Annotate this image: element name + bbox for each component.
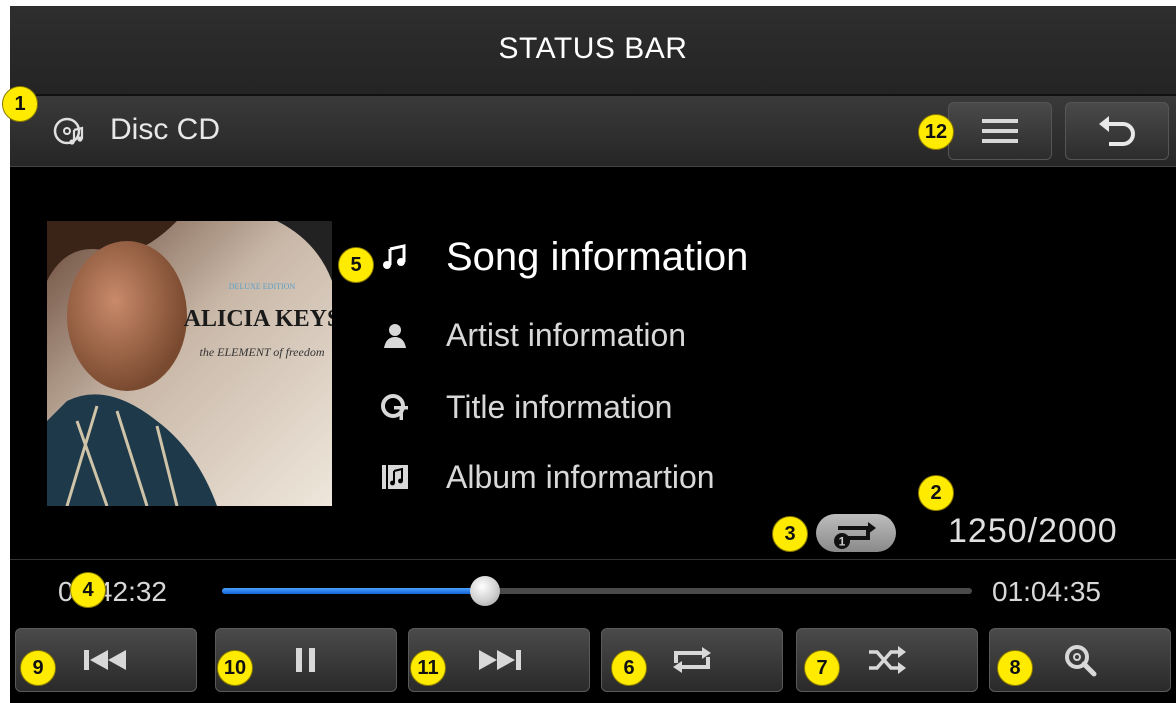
source-header: Disc CD	[10, 96, 1176, 167]
callout-8: 8	[997, 650, 1033, 686]
next-track-icon	[479, 650, 521, 670]
progress-knob[interactable]	[469, 576, 500, 606]
progress-fill	[222, 588, 485, 594]
callout-9: 9	[20, 650, 56, 686]
search-icon	[1065, 645, 1097, 677]
repeat-one-indicator: 1	[816, 514, 896, 552]
back-button[interactable]	[1065, 102, 1169, 160]
disc-music-icon	[53, 117, 84, 145]
song-info: Song information	[446, 235, 749, 279]
divider	[10, 559, 1176, 560]
shuffle-icon	[869, 646, 906, 674]
callout-10: 10	[217, 650, 253, 686]
album-art: DELUXE EDITION ALICIA KEYS the ELEMENT o…	[47, 221, 332, 506]
album-artist-text: ALICIA KEYS	[184, 306, 332, 332]
repeat-icon	[673, 647, 711, 673]
menu-button[interactable]	[948, 102, 1052, 160]
callout-1: 1	[2, 86, 38, 122]
status-bar-label: STATUS BAR	[498, 32, 688, 65]
source-label: Disc CD	[110, 113, 220, 146]
album-edition-text: DELUXE EDITION	[229, 282, 296, 291]
track-counter: 1250/2000	[948, 512, 1118, 550]
album-info: Album informartion	[446, 459, 715, 495]
callout-12: 12	[918, 114, 954, 150]
callout-7: 7	[804, 650, 840, 686]
status-bar: STATUS BAR	[10, 6, 1176, 96]
title-disc-icon	[381, 394, 408, 420]
media-player-screen: STATUS BAR Disc CD DELUXE EDITION ALICIA…	[10, 6, 1176, 703]
previous-track-icon	[84, 650, 126, 670]
callout-6: 6	[611, 650, 647, 686]
person-icon	[384, 324, 406, 348]
callout-3: 3	[772, 516, 808, 552]
menu-icon	[982, 119, 1018, 143]
callout-4: 4	[70, 572, 106, 608]
callout-2: 2	[918, 475, 954, 511]
callout-11: 11	[410, 650, 446, 686]
back-arrow-icon	[1099, 116, 1135, 146]
pause-icon	[296, 648, 315, 672]
music-note-icon	[383, 244, 406, 269]
progress-bar[interactable]	[222, 576, 972, 606]
callout-5: 5	[338, 247, 374, 283]
title-info: Title information	[446, 389, 673, 425]
svg-text:1: 1	[839, 535, 846, 549]
total-time: 01:04:35	[992, 576, 1101, 607]
repeat-one-icon: 1	[834, 522, 876, 549]
album-icon	[382, 465, 408, 489]
artist-info: Artist information	[446, 317, 687, 353]
album-title-text: the ELEMENT of freedom	[200, 345, 325, 359]
